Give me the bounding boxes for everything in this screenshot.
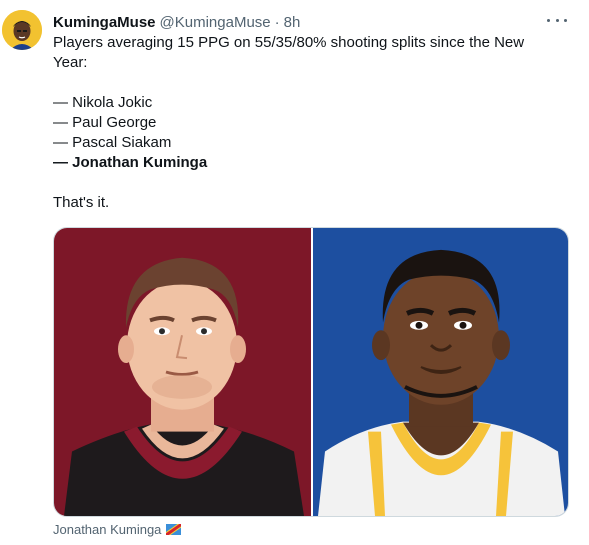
media-caption[interactable]: Jonathan Kuminga [53,522,182,537]
tweet-intro: Players averaging 15 PPG on 55/35/80% sh… [53,34,525,71]
kuminga-illustration [313,228,568,516]
display-name[interactable]: KumingaMuse [53,14,156,31]
media-image[interactable] [53,227,569,517]
more-options-icon[interactable] [547,12,567,28]
tweet-outro: That's it. [53,194,110,211]
tweet-card[interactable]: KumingaMuse @KumingaMuse · 8h Players av… [0,0,589,545]
separator-dot: · [274,13,280,31]
dr-congo-flag-icon [166,524,182,535]
player-list-item: — Paul George [53,114,157,131]
tweet-text: Players averaging 15 PPG on 55/35/80% sh… [53,33,553,213]
player-list-item: — Nikola Jokic [53,94,153,111]
jokic-illustration [54,228,311,516]
profile-avatar[interactable] [2,10,42,50]
player-list-item-highlight: — Jonathan Kuminga [53,154,208,171]
timestamp[interactable]: 8h [284,14,301,31]
user-handle[interactable]: @KumingaMuse [160,14,271,31]
player-list-item: — Pascal Siakam [53,134,172,151]
tweet-header: KumingaMuse @KumingaMuse · 8h [53,12,569,32]
media-caption-text: Jonathan Kuminga [53,522,162,537]
